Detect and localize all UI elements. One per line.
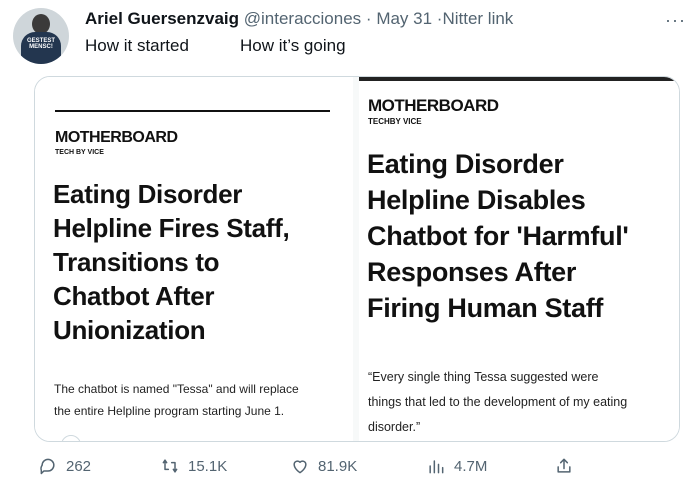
share-button[interactable] <box>554 456 582 476</box>
retweet-icon <box>160 456 180 476</box>
reply-count: 262 <box>66 457 92 475</box>
card-topbar <box>359 77 679 81</box>
tweet-date[interactable]: May 31 <box>376 9 432 28</box>
card-overflow-circle <box>61 435 81 441</box>
brand-logo: MOTHERBOARD <box>368 96 499 115</box>
headline-line: Helpline Disables <box>367 185 586 215</box>
caption: The chatbot is named "Tessa" and will re… <box>54 378 299 422</box>
share-icon <box>554 456 574 476</box>
author-name[interactable]: Ariel Guersenzvaig <box>85 9 239 28</box>
views-count: 4.7M <box>454 457 488 475</box>
tweet-header: Ariel Guersenzvaig @interacciones · May … <box>85 9 513 29</box>
nitter-link[interactable]: ·Nitter link <box>437 9 514 28</box>
caption: “Every single thing Tessa suggested were… <box>368 365 627 440</box>
card-rule <box>55 110 330 112</box>
brand-sub: TECH BY VICE <box>55 149 104 156</box>
tweet-actions: 262 15.1K 81.9K 4.7M <box>0 456 700 480</box>
like-button[interactable]: 81.9K <box>290 456 357 476</box>
headline-line: Chatbot for 'Harmful' <box>367 221 629 251</box>
right-article-card[interactable]: MOTHERBOARD TECHBY VICE Eating Disorder … <box>359 77 679 441</box>
author-handle[interactable]: @interacciones <box>244 9 361 28</box>
headline-line: Transitions to <box>53 247 220 277</box>
headline-line: Firing Human Staff <box>367 293 604 323</box>
avatar-shirt-text: GESTEST MENSC! <box>27 38 56 50</box>
views-icon <box>426 456 446 476</box>
caption-line: “Every single thing Tessa suggested were <box>368 370 599 384</box>
caption-line: disorder.” <box>368 420 421 434</box>
heart-icon <box>290 456 310 476</box>
tweet-media[interactable]: MOTHERBOARD TECH BY VICE Eating Disorder… <box>34 76 680 442</box>
headline-line: Eating Disorder <box>367 149 564 179</box>
headline: Eating Disorder Helpline Disables Chatbo… <box>367 146 629 326</box>
headline-line: Chatbot After <box>53 281 215 311</box>
headline: Eating Disorder Helpline Fires Staff, Tr… <box>53 177 290 347</box>
retweet-count: 15.1K <box>188 457 228 475</box>
like-count: 81.9K <box>318 457 358 475</box>
views-button[interactable]: 4.7M <box>426 456 487 476</box>
reply-icon <box>38 456 58 476</box>
left-article-card[interactable]: MOTHERBOARD TECH BY VICE Eating Disorder… <box>35 77 353 441</box>
avatar-head <box>32 14 50 34</box>
more-icon[interactable]: ··· <box>665 10 686 31</box>
caption-line: the entire Helpline program starting Jun… <box>54 404 285 418</box>
brand-logo: MOTHERBOARD <box>55 129 178 146</box>
tweet-text-going: How it’s going <box>240 36 346 55</box>
caption-line: things that led to the development of my… <box>368 395 628 409</box>
headline-line: Eating Disorder <box>53 179 243 209</box>
tweet-text-started: How it started <box>85 36 189 55</box>
headline-line: Responses After <box>367 257 577 287</box>
headline-line: Unionization <box>53 315 206 345</box>
brand-sub: TECHBY VICE <box>368 117 422 126</box>
headline-line: Helpline Fires Staff, <box>53 213 290 243</box>
reply-button[interactable]: 262 <box>38 456 91 476</box>
avatar[interactable]: GESTEST MENSC! <box>13 8 69 64</box>
retweet-button[interactable]: 15.1K <box>160 456 227 476</box>
caption-line: The chatbot is named "Tessa" and will re… <box>54 382 299 396</box>
separator: · <box>365 9 377 28</box>
